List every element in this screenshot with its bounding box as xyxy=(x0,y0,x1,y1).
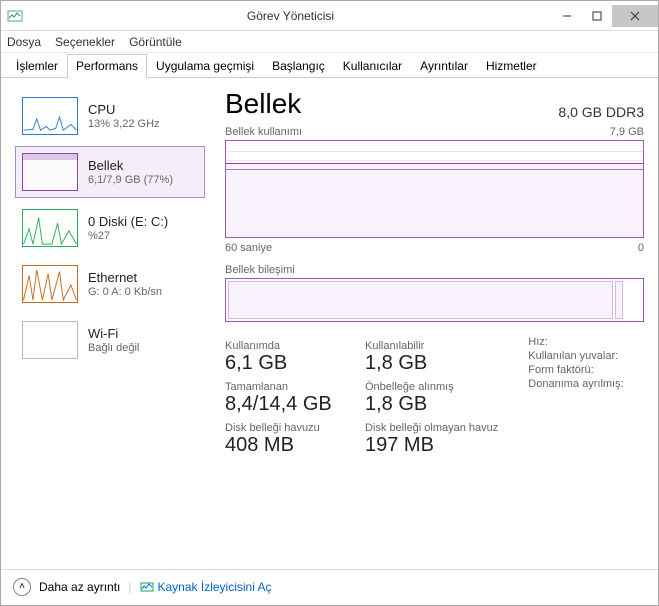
nonpaged-value: 197 MB xyxy=(365,434,498,457)
menu-options[interactable]: Seçenekler xyxy=(55,35,115,49)
memory-capacity: 8,0 GB DDR3 xyxy=(558,104,644,120)
maximize-button[interactable] xyxy=(582,5,612,27)
disk-thumb xyxy=(22,209,78,247)
content-area: CPU 13% 3,22 GHz Bellek 6,1/7,9 GB (77%)… xyxy=(1,78,658,569)
tab-processes[interactable]: İşlemler xyxy=(7,54,67,78)
nonpaged-label: Disk belleği olmayan havuz xyxy=(365,422,498,434)
available-value: 1,8 GB xyxy=(365,352,498,375)
cached-value: 1,8 GB xyxy=(365,393,498,416)
open-resmon-label: Kaynak İzleyicisini Aç xyxy=(158,580,272,594)
committed-label: Tamamlanan xyxy=(225,381,335,393)
memory-usage-graph xyxy=(225,140,644,238)
ethernet-thumb xyxy=(22,265,78,303)
tab-startup[interactable]: Başlangıç xyxy=(263,54,334,78)
committed-value: 8,4/14,4 GB xyxy=(225,393,335,416)
tab-services[interactable]: Hizmetler xyxy=(477,54,546,78)
sidebar: CPU 13% 3,22 GHz Bellek 6,1/7,9 GB (77%)… xyxy=(15,88,215,569)
reserved-label: Donanıma ayrılmış: xyxy=(528,378,638,390)
tab-details[interactable]: Ayrıntılar xyxy=(411,54,477,78)
composition-label: Bellek bileşimi xyxy=(225,264,295,276)
paged-label: Disk belleği havuzu xyxy=(225,422,335,434)
form-label: Form faktörü: xyxy=(528,364,638,376)
close-button[interactable] xyxy=(612,5,658,27)
available-label: Kullanılabilir xyxy=(365,340,498,352)
resmon-icon xyxy=(140,580,154,594)
cpu-thumb xyxy=(22,97,78,135)
sidebar-memory-sub: 6,1/7,9 GB (77%) xyxy=(88,174,173,186)
tab-performance[interactable]: Performans xyxy=(67,54,147,78)
sidebar-disk-sub: %27 xyxy=(88,230,168,242)
app-icon xyxy=(7,8,23,24)
sidebar-item-ethernet[interactable]: Ethernet G: 0 A: 0 Kb/sn xyxy=(15,258,205,310)
sidebar-wifi-sub: Bağlı değil xyxy=(88,342,139,354)
open-resmon-link[interactable]: Kaynak İzleyicisini Aç xyxy=(140,580,272,594)
tab-users[interactable]: Kullanıcılar xyxy=(334,54,411,78)
usage-graph-label: Bellek kullanımı xyxy=(225,126,302,138)
page-title: Bellek xyxy=(225,88,301,120)
cached-label: Önbelleğe alınmış xyxy=(365,381,498,393)
menu-view[interactable]: Görüntüle xyxy=(129,35,182,49)
sidebar-item-wifi[interactable]: Wi-Fi Bağlı değil xyxy=(15,314,205,366)
usage-graph-max: 7,9 GB xyxy=(610,126,644,138)
sidebar-item-cpu[interactable]: CPU 13% 3,22 GHz xyxy=(15,90,205,142)
window-title: Görev Yöneticisi xyxy=(29,9,552,23)
sidebar-ethernet-label: Ethernet xyxy=(88,270,162,285)
speed-label: Hız: xyxy=(528,336,638,348)
sidebar-cpu-label: CPU xyxy=(88,102,160,117)
sidebar-disk-label: 0 Diski (E: C:) xyxy=(88,214,168,229)
sidebar-cpu-sub: 13% 3,22 GHz xyxy=(88,118,160,130)
sidebar-wifi-label: Wi-Fi xyxy=(88,326,139,341)
wifi-thumb xyxy=(22,321,78,359)
tab-apphistory[interactable]: Uygulama geçmişi xyxy=(147,54,263,78)
chevron-up-icon[interactable]: ˄ xyxy=(13,578,31,596)
sidebar-item-disk[interactable]: 0 Diski (E: C:) %27 xyxy=(15,202,205,254)
fewer-details-button[interactable]: Daha az ayrıntı xyxy=(39,580,120,594)
footer-bar: ˄ Daha az ayrıntı | Kaynak İzleyicisini … xyxy=(1,569,658,603)
axis-right: 0 xyxy=(638,242,644,254)
slots-label: Kullanılan yuvalar: xyxy=(528,350,638,362)
stats-block: Kullanımda 6,1 GB Tamamlanan 8,4/14,4 GB… xyxy=(225,334,644,457)
menu-bar: Dosya Seçenekler Görüntüle xyxy=(1,31,658,53)
axis-left: 60 saniye xyxy=(225,242,272,254)
sidebar-item-memory[interactable]: Bellek 6,1/7,9 GB (77%) xyxy=(15,146,205,198)
tab-bar: İşlemler Performans Uygulama geçmişi Baş… xyxy=(1,53,658,78)
sidebar-ethernet-sub: G: 0 A: 0 Kb/sn xyxy=(88,286,162,298)
minimize-button[interactable] xyxy=(552,5,582,27)
main-panel: Bellek 8,0 GB DDR3 Bellek kullanımı 7,9 … xyxy=(215,88,644,569)
memory-thumb xyxy=(22,153,78,191)
paged-value: 408 MB xyxy=(225,434,335,457)
memory-composition-graph xyxy=(225,278,644,322)
menu-file[interactable]: Dosya xyxy=(7,35,41,49)
title-bar: Görev Yöneticisi xyxy=(1,1,658,31)
sidebar-memory-label: Bellek xyxy=(88,158,173,173)
inuse-label: Kullanımda xyxy=(225,340,335,352)
inuse-value: 6,1 GB xyxy=(225,352,335,375)
